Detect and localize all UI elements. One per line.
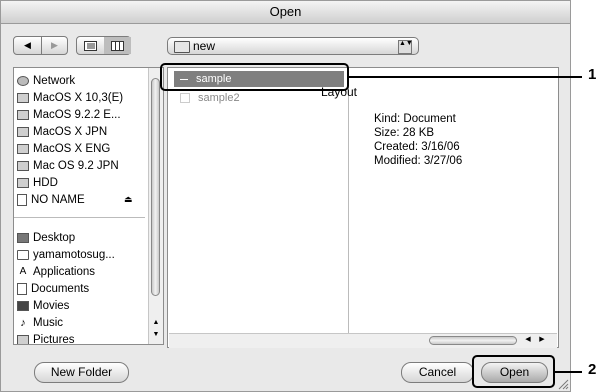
sidebar-item-label: Documents <box>31 283 90 295</box>
list-view-icon[interactable] <box>77 37 105 54</box>
info-created: Created: 3/16/06 <box>374 141 460 153</box>
sidebar-item-macos-x-jpn[interactable]: MacOS X JPN <box>17 124 107 140</box>
pictures-icon <box>17 335 29 344</box>
info-modified: Modified: 3/27/06 <box>374 155 463 167</box>
new-folder-button[interactable]: New Folder <box>34 362 129 383</box>
horizontal-scroll-thumb[interactable] <box>429 336 517 345</box>
sidebar-item-label: HDD <box>33 177 58 189</box>
title-bar: Open <box>1 1 570 24</box>
sidebar-item-label: MacOS X 10,3(E) <box>33 92 124 104</box>
window-title: Open <box>269 4 302 19</box>
callout-number-1: 1 <box>588 66 597 83</box>
music-icon: ♪ <box>17 318 29 329</box>
sidebar-item-label: MacOS X JPN <box>33 126 108 138</box>
sidebar-item-macos-x-10-3[interactable]: MacOS X 10,3(E) <box>17 90 123 106</box>
sidebar-item-label: Mac OS 9.2 JPN <box>33 160 119 172</box>
file-name: sample2 <box>198 92 240 104</box>
forward-arrow-icon[interactable]: ▶ <box>41 37 68 54</box>
sidebar-item-network[interactable]: Network <box>17 73 75 89</box>
applications-icon: A <box>17 267 29 277</box>
path-popup[interactable]: new ▲▼ <box>167 37 419 55</box>
callout-line-2 <box>555 371 582 373</box>
sidebar-divider <box>14 217 145 218</box>
sidebar-item-label: yamamotosug... <box>33 249 115 261</box>
sidebar-item-label: Movies <box>33 300 70 312</box>
sidebar-item-macos-x-eng[interactable]: MacOS X ENG <box>17 141 110 157</box>
column-divider[interactable] <box>348 68 349 333</box>
path-popup-label: new <box>193 39 216 53</box>
callout-line-1 <box>349 76 582 78</box>
sidebar-scrollbar[interactable]: ▲ ▼ <box>148 68 163 344</box>
cancel-button[interactable]: Cancel <box>401 362 474 383</box>
column-view-icon[interactable] <box>104 37 131 54</box>
sidebar-item-label: Network <box>33 75 76 87</box>
documents-icon <box>17 283 27 295</box>
sidebar-item-label: Pictures <box>33 334 75 345</box>
movies-icon <box>17 301 29 311</box>
globe-icon <box>17 76 29 86</box>
removable-disk-icon <box>17 194 27 206</box>
sidebar-item-movies[interactable]: Movies <box>17 298 69 314</box>
sidebar-item-label: MacOS X ENG <box>33 143 111 155</box>
scroll-right-icon[interactable]: ▶ <box>537 334 547 346</box>
file-info: Kind: Document Size: 28 KB Created: 3/16… <box>374 112 462 168</box>
sidebar-item-pictures[interactable]: Pictures <box>17 332 75 345</box>
eject-icon[interactable]: ⏏ <box>124 194 133 205</box>
desktop-icon <box>17 233 29 243</box>
hard-disk-icon <box>17 161 29 171</box>
hard-disk-icon <box>17 178 29 188</box>
document-icon <box>180 93 190 103</box>
hard-disk-icon <box>17 127 29 137</box>
sidebar-item-no-name[interactable]: NO NAME <box>17 192 85 208</box>
hard-disk-icon <box>17 144 29 154</box>
callout-number-2: 2 <box>588 361 597 378</box>
sidebar-item-documents[interactable]: Documents <box>17 281 89 297</box>
sidebar-item-desktop[interactable]: Desktop <box>17 230 75 246</box>
popup-arrows-icon: ▲▼ <box>398 40 413 54</box>
sidebar-item-label: NO NAME <box>31 194 85 206</box>
info-size: Size: 28 KB <box>374 127 435 139</box>
view-mode-buttons <box>76 36 131 55</box>
open-dialog: Open ◀ ▶ new ▲▼ Network MacOS X 10,3(E) … <box>0 0 571 392</box>
sidebar-item-label: Applications <box>33 266 96 278</box>
sidebar: Network MacOS X 10,3(E) MacOS 9.2.2 E...… <box>13 67 164 345</box>
sidebar-item-label: MacOS 9.2.2 E... <box>33 109 121 121</box>
back-arrow-icon[interactable]: ◀ <box>14 37 42 54</box>
sidebar-item-mac-os-9-2-jpn[interactable]: Mac OS 9.2 JPN <box>17 158 119 174</box>
sidebar-item-applications[interactable]: A Applications <box>17 264 95 280</box>
sidebar-item-hdd[interactable]: HDD <box>17 175 58 191</box>
horizontal-scrollbar[interactable]: ◀ ▶ <box>169 333 557 348</box>
back-forward-buttons: ◀ ▶ <box>13 36 68 55</box>
info-kind: Kind: Document <box>374 113 456 125</box>
sidebar-item-music[interactable]: ♪ Music <box>17 315 63 331</box>
file-browser: sample sample2 ◀ ▶ <box>167 67 559 348</box>
scroll-down-icon[interactable]: ▼ <box>151 330 161 340</box>
scroll-up-icon[interactable]: ▲ <box>151 318 161 328</box>
callout-box-open <box>472 355 555 388</box>
sidebar-item-macos-9-2-2[interactable]: MacOS 9.2.2 E... <box>17 107 121 123</box>
folder-icon <box>174 41 190 53</box>
hard-disk-icon <box>17 93 29 103</box>
resize-grip-icon[interactable] <box>557 378 569 390</box>
hard-disk-icon <box>17 110 29 120</box>
home-icon <box>17 250 29 260</box>
sidebar-item-home[interactable]: yamamotosug... <box>17 247 115 263</box>
sidebar-scroll-thumb[interactable] <box>151 78 160 296</box>
callout-box-sample <box>160 63 349 91</box>
scroll-left-icon[interactable]: ◀ <box>523 334 533 346</box>
sidebar-item-label: Desktop <box>33 232 76 244</box>
sidebar-item-label: Music <box>33 317 64 329</box>
